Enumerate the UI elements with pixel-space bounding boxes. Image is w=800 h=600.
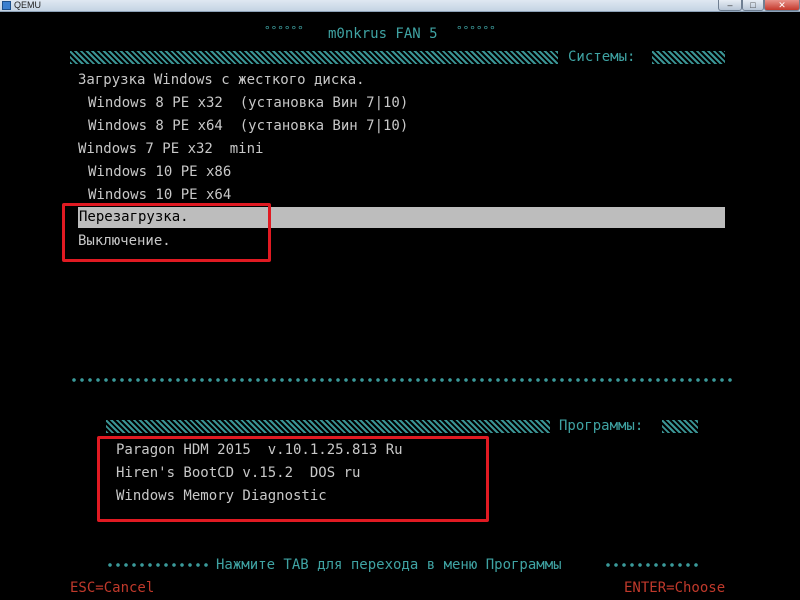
- menu-item-win10-pe-x64[interactable]: Windows 10 PE x64: [88, 186, 231, 204]
- section-separator-dots: [70, 377, 734, 383]
- annotation-box-power-items: [62, 203, 271, 262]
- menu-item-win10-pe-x86[interactable]: Windows 10 PE x86: [88, 163, 231, 181]
- window-titlebar[interactable]: QEMU – □ ✕: [0, 0, 800, 12]
- menu-item-win7-pe-x32-mini[interactable]: Windows 7 PE x32 mini: [78, 140, 263, 158]
- menu-item-boot-hdd[interactable]: Загрузка Windows с жесткого диска.: [78, 71, 365, 89]
- systems-header-hatch-right: [652, 51, 725, 64]
- maximize-button[interactable]: □: [742, 0, 764, 11]
- footer-dots-left: [106, 562, 210, 568]
- esc-cancel-hint: ESC=Cancel: [70, 580, 155, 596]
- menu-item-win8-pe-x64[interactable]: Windows 8 PE x64 (установка Вин 7|10): [88, 117, 408, 135]
- enter-choose-hint: ENTER=Choose: [624, 580, 726, 596]
- header-deco-right: °°°°°°: [456, 24, 496, 37]
- programs-section-label: Программы:: [559, 418, 644, 434]
- programs-header-hatch-right: [662, 420, 698, 433]
- minimize-button[interactable]: –: [718, 0, 742, 11]
- footer-tab-hint: Нажмите TAB для перехода в меню Программ…: [216, 557, 562, 573]
- menu-title: m0nkrus FAN 5: [328, 26, 438, 42]
- window-title: QEMU: [14, 0, 41, 10]
- boot-menu-screen: °°°°°° m0nkrus FAN 5 °°°°°° Системы: Заг…: [0, 12, 800, 600]
- footer-dots-right: [604, 562, 700, 568]
- annotation-box-programs: [97, 436, 489, 522]
- header-deco-left: °°°°°°: [264, 24, 304, 37]
- programs-header-hatch-left: [106, 420, 550, 433]
- close-button[interactable]: ✕: [764, 0, 800, 11]
- systems-header-hatch-left: [70, 51, 558, 64]
- systems-section-label: Системы:: [568, 49, 636, 65]
- menu-item-win8-pe-x32[interactable]: Windows 8 PE x32 (установка Вин 7|10): [88, 94, 408, 112]
- qemu-app-icon: [2, 1, 11, 10]
